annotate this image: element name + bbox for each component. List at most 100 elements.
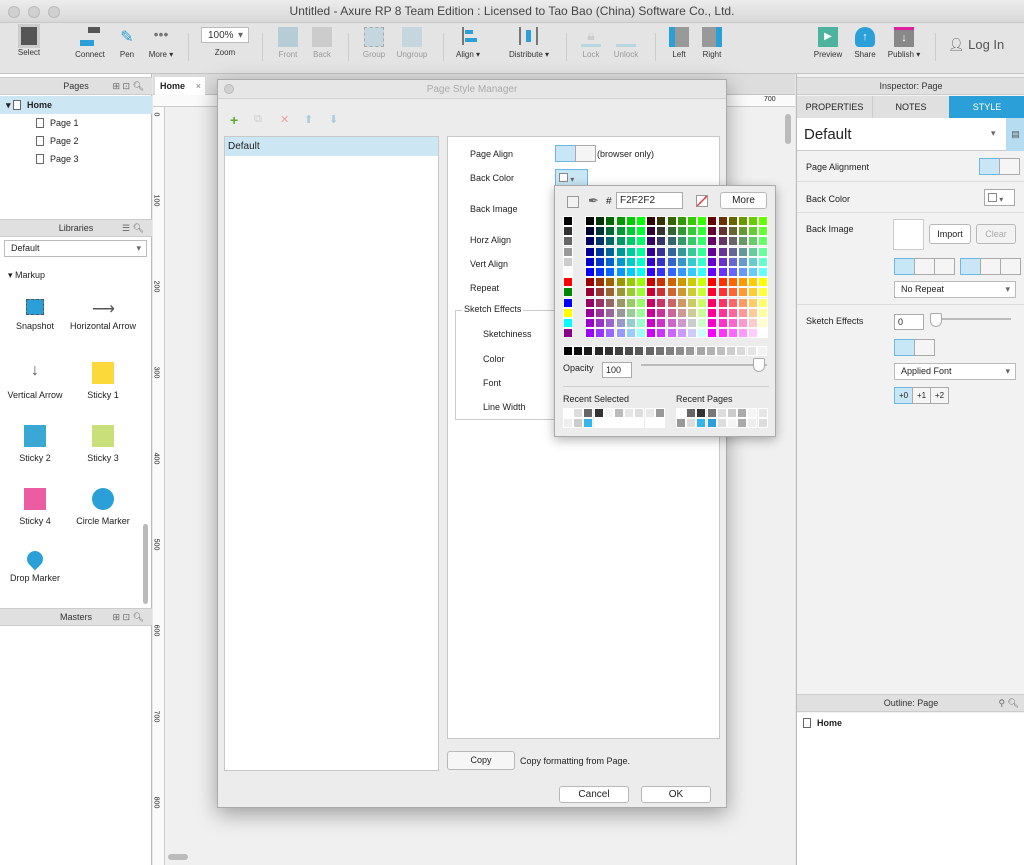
color-swatch[interactable]	[636, 318, 646, 328]
widget-horizontal-arrow[interactable]: ⟶ Horizontal Arrow	[68, 299, 138, 331]
color-swatch[interactable]	[605, 216, 616, 226]
color-swatch[interactable]	[676, 277, 687, 288]
color-swatch[interactable]	[706, 408, 717, 418]
color-swatch[interactable]	[676, 307, 687, 318]
color-swatch[interactable]	[748, 297, 759, 308]
color-swatch[interactable]	[758, 216, 769, 226]
share-button[interactable]: ↑ Share	[852, 27, 878, 59]
right-panel-toggle[interactable]: Right	[701, 27, 723, 59]
color-swatch[interactable]	[585, 297, 595, 308]
more-tool[interactable]: ••• More ▾	[145, 27, 177, 59]
color-swatch[interactable]	[585, 318, 595, 328]
preview-button[interactable]: ▶ Preview	[812, 27, 844, 59]
close-tab-icon[interactable]: ×	[196, 77, 201, 95]
color-swatch[interactable]	[656, 277, 667, 288]
color-swatch[interactable]	[748, 318, 759, 328]
manage-styles-icon[interactable]: ▤	[1006, 118, 1024, 151]
color-swatch[interactable]	[747, 418, 758, 429]
style-select[interactable]: Default ▾ ▤	[797, 118, 1024, 151]
color-swatch[interactable]	[676, 418, 686, 429]
color-swatch[interactable]	[636, 297, 646, 308]
color-swatch[interactable]	[748, 267, 759, 277]
color-swatch[interactable]	[595, 226, 606, 237]
color-swatch[interactable]	[636, 216, 646, 226]
add-master-icons[interactable]: ⊞ ⊡ 🔍︎	[112, 609, 144, 626]
color-swatch[interactable]	[615, 256, 626, 267]
color-swatch[interactable]	[585, 328, 595, 339]
color-swatch[interactable]	[615, 328, 626, 339]
color-swatch[interactable]	[644, 346, 655, 356]
color-swatch[interactable]	[624, 418, 635, 429]
line-width-1[interactable]: +1	[912, 387, 931, 404]
color-swatch[interactable]	[666, 256, 677, 267]
color-swatch[interactable]	[716, 408, 727, 418]
color-swatch[interactable]	[656, 318, 667, 328]
color-swatch[interactable]	[656, 307, 667, 318]
library-select[interactable]: Default	[4, 240, 147, 257]
color-swatch[interactable]	[687, 267, 697, 277]
color-swatch[interactable]	[746, 346, 757, 356]
color-swatch[interactable]	[656, 226, 667, 237]
color-swatch[interactable]	[758, 256, 769, 267]
color-swatch[interactable]	[687, 287, 697, 298]
color-swatch[interactable]	[676, 297, 687, 308]
color-swatch[interactable]	[707, 277, 718, 288]
color-swatch[interactable]	[615, 226, 626, 237]
image-align-left-icon[interactable]	[894, 258, 915, 275]
color-swatch[interactable]	[707, 256, 718, 267]
color-swatch[interactable]	[717, 318, 728, 328]
color-swatch[interactable]	[727, 277, 738, 288]
color-swatch[interactable]	[696, 408, 707, 418]
color-swatch[interactable]	[563, 346, 573, 356]
color-swatch[interactable]	[687, 297, 697, 308]
color-swatch[interactable]	[595, 307, 606, 318]
color-swatch[interactable]	[636, 226, 646, 237]
color-swatch[interactable]	[563, 297, 573, 308]
color-swatch[interactable]	[666, 328, 677, 339]
color-swatch[interactable]	[738, 307, 748, 318]
color-swatch[interactable]	[687, 277, 697, 288]
color-swatch[interactable]	[676, 236, 687, 247]
library-menu-icon[interactable]: ☰ 🔍︎	[122, 220, 144, 237]
color-swatch[interactable]	[615, 318, 626, 328]
color-swatch[interactable]	[625, 216, 636, 226]
color-swatch[interactable]	[738, 216, 748, 226]
align-left-icon[interactable]	[555, 145, 576, 162]
color-swatch[interactable]	[595, 297, 606, 308]
color-swatch[interactable]	[583, 408, 594, 418]
color-swatch[interactable]	[717, 297, 728, 308]
color-swatch[interactable]	[707, 236, 718, 247]
zoom-control[interactable]: 100% Zoom	[201, 27, 249, 57]
color-swatch[interactable]	[687, 307, 697, 318]
left-panel-toggle[interactable]: Left	[668, 27, 690, 59]
color-swatch[interactable]	[717, 277, 728, 288]
color-swatch[interactable]	[687, 256, 697, 267]
color-swatch[interactable]	[646, 216, 657, 226]
color-swatch[interactable]	[636, 256, 646, 267]
color-swatch[interactable]	[644, 408, 655, 418]
color-swatch[interactable]	[625, 256, 636, 267]
color-swatch[interactable]	[756, 346, 767, 356]
color-swatch[interactable]	[625, 226, 636, 237]
color-swatch[interactable]	[595, 256, 606, 267]
color-swatch[interactable]	[716, 418, 727, 429]
color-swatch[interactable]	[748, 226, 759, 237]
back-color-picker-button[interactable]: ▾	[555, 169, 588, 186]
markup-group-header[interactable]: ▾ Markup	[8, 270, 45, 281]
color-swatch[interactable]	[625, 277, 636, 288]
zoom-select[interactable]: 100%	[201, 27, 249, 43]
color-swatch[interactable]	[646, 318, 657, 328]
color-swatch[interactable]	[666, 216, 677, 226]
color-swatch[interactable]	[593, 408, 604, 418]
color-swatch[interactable]	[573, 346, 584, 356]
color-swatch[interactable]	[676, 216, 687, 226]
color-swatch[interactable]	[697, 307, 708, 318]
color-swatch[interactable]	[614, 346, 624, 356]
color-swatch[interactable]	[676, 408, 686, 418]
back-button[interactable]: Back	[309, 27, 335, 59]
color-swatch[interactable]	[697, 246, 708, 257]
color-swatch[interactable]	[646, 267, 657, 277]
color-swatch[interactable]	[595, 277, 606, 288]
color-swatch[interactable]	[687, 216, 697, 226]
color-swatch[interactable]	[686, 408, 697, 418]
